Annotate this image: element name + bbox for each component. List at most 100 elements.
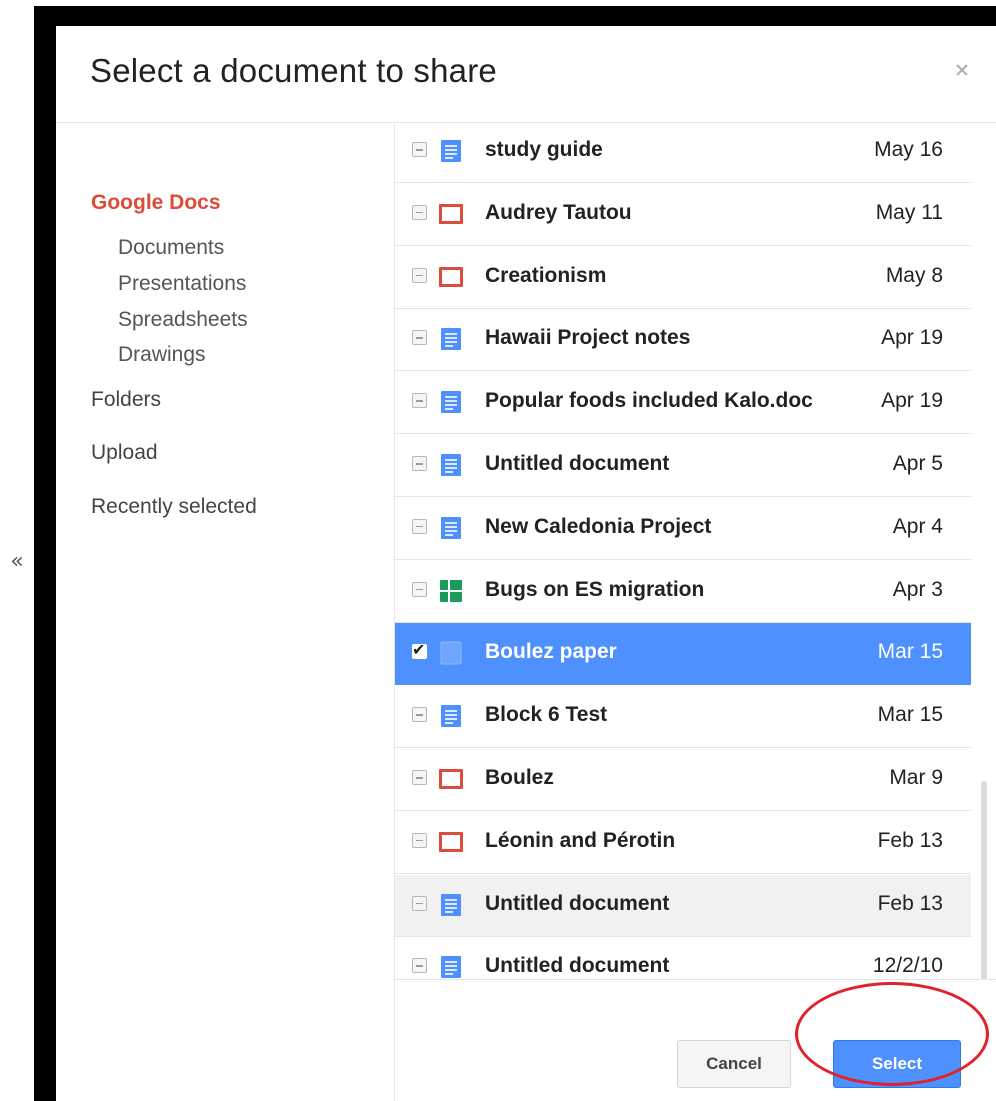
sidebar-item-recently-selected[interactable]: Recently selected — [91, 495, 257, 519]
sidebar-item-drawings[interactable]: Drawings — [118, 343, 206, 367]
checkmark-icon: ✔ — [412, 640, 426, 660]
document-icon — [441, 454, 461, 476]
row-checkbox[interactable] — [412, 393, 427, 409]
close-icon[interactable] — [952, 60, 972, 80]
document-title: Creationism — [485, 263, 607, 287]
document-icon — [441, 391, 461, 414]
document-row[interactable]: Creationism May 8 — [395, 247, 971, 309]
checkbox-dash — [416, 463, 423, 465]
document-date: Apr 19 — [881, 389, 943, 413]
checkbox-dash — [416, 274, 423, 277]
document-icon — [440, 641, 462, 665]
document-row[interactable]: study guide May 16 — [395, 123, 971, 183]
checkbox-dash — [416, 839, 423, 842]
collapse-sidebar-button[interactable]: « — [6, 550, 28, 574]
document-row[interactable]: ✔ Boulez paper Mar 15 — [395, 623, 971, 686]
row-checkbox[interactable] — [412, 581, 427, 597]
document-row[interactable]: Boulez Mar 9 — [395, 749, 971, 811]
dialog-title: Select a document to share — [90, 52, 497, 89]
checkbox-dash — [416, 902, 423, 905]
sidebar-item-presentations[interactable]: Presentations — [118, 272, 246, 296]
document-title: Hawaii Project notes — [485, 326, 691, 350]
document-icon — [441, 328, 461, 351]
document-title: Boulez paper — [485, 640, 617, 664]
document-row[interactable]: Block 6 Test Mar 15 — [395, 686, 971, 749]
document-date: Mar 15 — [877, 640, 943, 664]
sidebar-item-documents[interactable]: Documents — [118, 236, 224, 260]
row-checkbox[interactable] — [412, 895, 427, 911]
row-checkbox[interactable] — [412, 142, 427, 157]
cancel-button[interactable]: Cancel — [677, 1040, 791, 1088]
document-row[interactable]: Bugs on ES migration Apr 3 — [395, 561, 971, 623]
document-icon — [441, 893, 461, 916]
checkbox-dash — [416, 588, 423, 591]
presentation-icon — [439, 769, 463, 789]
document-date: May 16 — [874, 138, 943, 161]
document-date: Feb 13 — [877, 891, 943, 915]
document-title: Léonin and Pérotin — [485, 828, 676, 852]
document-title: study guide — [485, 138, 603, 161]
dialog-header: Select a document to share — [56, 26, 996, 123]
document-date: Apr 4 — [892, 514, 943, 538]
document-title: Untitled document — [485, 891, 670, 915]
document-list: study guide May 16 Audrey Tautou May 11 Crea… — [395, 123, 971, 978]
row-checkbox[interactable] — [412, 770, 427, 785]
document-row[interactable]: Audrey Tautou May 11 — [395, 184, 971, 246]
checkbox-dash — [416, 211, 423, 214]
document-date: May 8 — [885, 263, 943, 287]
row-checkbox[interactable] — [412, 707, 427, 723]
list-scrollbar[interactable] — [981, 781, 987, 993]
presentation-icon — [439, 831, 463, 852]
document-row[interactable]: Popular foods included Kalo.doc Apr 19 — [395, 372, 971, 435]
document-date: Mar 9 — [889, 766, 943, 789]
sidebar-item-upload[interactable]: Upload — [91, 441, 158, 465]
document-date: 12/2/10 — [872, 954, 943, 978]
row-checkbox[interactable] — [412, 456, 427, 471]
sidebar-item-folders[interactable]: Folders — [91, 388, 161, 412]
sidebar: Google Docs Documents Presentations Spre… — [56, 123, 395, 1101]
spreadsheet-icon — [440, 579, 462, 602]
presentation-icon — [439, 266, 463, 287]
document-date: Apr 5 — [892, 452, 943, 475]
share-document-dialog: Select a document to share Google Docs D… — [56, 26, 996, 1101]
row-checkbox[interactable] — [412, 832, 427, 848]
document-title: New Caledonia Project — [485, 514, 712, 538]
checkbox-dash — [416, 965, 423, 967]
document-date: May 11 — [875, 200, 943, 224]
checkbox-dash — [416, 149, 423, 151]
document-title: Bugs on ES migration — [485, 577, 705, 601]
row-checkbox[interactable] — [412, 330, 427, 346]
document-title: Audrey Tautou — [485, 200, 632, 224]
checkbox-dash — [416, 777, 423, 779]
document-row[interactable]: Léonin and Pérotin Feb 13 — [395, 812, 971, 874]
checkbox-dash — [416, 337, 423, 339]
row-checkbox[interactable]: ✔ — [412, 640, 427, 660]
document-title: Popular foods included Kalo.doc — [485, 389, 813, 413]
checkbox-dash — [416, 400, 423, 402]
row-checkbox[interactable] — [412, 204, 427, 220]
document-date: Apr 19 — [881, 326, 943, 350]
document-row[interactable]: New Caledonia Project Apr 4 — [395, 498, 971, 560]
document-title: Boulez — [485, 766, 554, 789]
document-row[interactable]: Untitled document Feb 13 — [395, 874, 971, 937]
document-title: Untitled document — [485, 452, 670, 475]
sidebar-item-google-docs[interactable]: Google Docs — [91, 191, 221, 215]
document-icon — [441, 705, 461, 728]
row-checkbox[interactable] — [412, 267, 427, 283]
checkbox-dash — [416, 714, 423, 716]
row-checkbox[interactable] — [412, 518, 427, 534]
document-icon — [441, 140, 461, 162]
select-button[interactable]: Select — [833, 1040, 961, 1088]
document-row[interactable]: Untitled document Apr 5 — [395, 435, 971, 497]
document-date: Mar 15 — [877, 703, 943, 727]
document-row[interactable]: Untitled document 12/2/10 — [395, 937, 971, 978]
document-row[interactable]: Hawaii Project notes Apr 19 — [395, 309, 971, 372]
document-icon — [441, 516, 461, 539]
document-title: Untitled document — [485, 954, 670, 978]
document-icon — [441, 956, 461, 978]
checkbox-dash — [416, 525, 423, 528]
dialog-footer: Cancel Select — [395, 979, 996, 1101]
sidebar-item-spreadsheets[interactable]: Spreadsheets — [118, 308, 248, 332]
presentation-icon — [439, 203, 463, 224]
row-checkbox[interactable] — [412, 958, 427, 974]
